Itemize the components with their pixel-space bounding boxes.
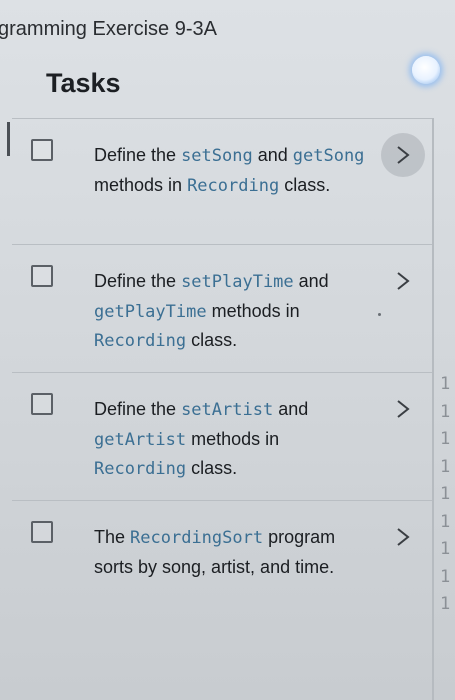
- checkbox-unchecked-icon[interactable]: [31, 393, 53, 415]
- exercise-title: gramming Exercise 9-3A: [0, 18, 217, 40]
- text-cursor: [7, 122, 10, 156]
- chevron-right-icon[interactable]: [381, 133, 425, 177]
- line-number: 1: [440, 511, 451, 532]
- description-text: The: [94, 527, 131, 547]
- checkbox-unchecked-icon[interactable]: [31, 265, 53, 287]
- description-text: and: [252, 145, 293, 165]
- editor-line-gutter: 1 1 1 1 1 1 1 1 1: [440, 371, 455, 619]
- checkbox-unchecked-icon[interactable]: [31, 139, 53, 161]
- task-item[interactable]: Define the setSong and getSong methods i…: [12, 118, 432, 244]
- code-token: getArtist: [94, 429, 187, 450]
- line-number: 1: [440, 429, 451, 449]
- task-item[interactable]: The RecordingSort program sorts by song,…: [12, 500, 432, 640]
- checkbox-unchecked-icon[interactable]: [31, 521, 53, 543]
- tasks-heading: Tasks: [46, 68, 121, 98]
- description-text: and: [273, 399, 309, 419]
- line-number: 1: [440, 594, 451, 614]
- description-text: class.: [186, 458, 238, 478]
- code-token: Recording: [187, 175, 280, 196]
- line-number: 1: [440, 401, 451, 422]
- description-text: Define the: [94, 399, 182, 419]
- code-token: Recording: [94, 331, 187, 351]
- chevron-right-icon[interactable]: [381, 387, 425, 431]
- panel-divider: [432, 118, 434, 700]
- task-item[interactable]: Define the setArtist and getArtist metho…: [12, 372, 432, 500]
- task-list: Define the setSong and getSong methods i…: [12, 118, 432, 640]
- code-token: setSong: [181, 146, 253, 166]
- task-description: The RecordingSort program sorts by song,…: [94, 523, 374, 581]
- line-number: 1: [440, 566, 451, 587]
- code-token: RecordingSort: [130, 528, 264, 548]
- dot-marker: [378, 313, 381, 316]
- line-number: 1: [440, 374, 451, 394]
- exercise-screen: gramming Exercise 9-3A Tasks Define the …: [0, 0, 455, 700]
- description-text: class.: [186, 330, 238, 350]
- description-text: methods in: [94, 174, 188, 195]
- description-text: methods in: [206, 300, 300, 321]
- line-number: 1: [440, 539, 451, 559]
- chevron-right-icon[interactable]: [381, 515, 425, 559]
- line-number: 1: [440, 484, 451, 504]
- code-token: getSong: [292, 146, 365, 166]
- chevron-right-icon[interactable]: [381, 259, 425, 303]
- task-description: Define the setSong and getSong methods i…: [94, 141, 374, 200]
- code-token: setPlayTime: [181, 272, 294, 292]
- description-text: and: [293, 271, 329, 291]
- panel-toggle[interactable]: [407, 53, 447, 87]
- description-text: Define the: [94, 145, 182, 165]
- toggle-knob-icon: [412, 56, 440, 84]
- description-text: methods in: [186, 428, 280, 449]
- task-item[interactable]: Define the setPlayTime and getPlayTime m…: [12, 244, 432, 372]
- task-description: Define the setPlayTime and getPlayTime m…: [94, 267, 374, 356]
- line-number: 1: [440, 456, 451, 477]
- code-token: setArtist: [181, 400, 274, 420]
- code-token: Recording: [94, 459, 187, 479]
- code-token: getPlayTime: [94, 301, 207, 322]
- task-description: Define the setArtist and getArtist metho…: [94, 395, 374, 484]
- description-text: class.: [279, 174, 331, 195]
- description-text: Define the: [94, 271, 182, 291]
